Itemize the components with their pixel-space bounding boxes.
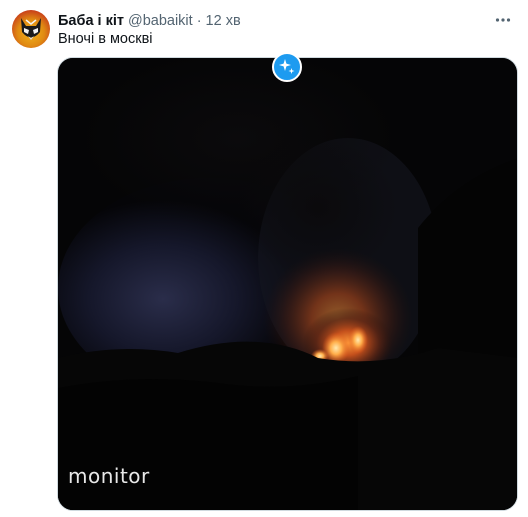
- separator-dot: ·: [196, 13, 202, 29]
- user-handle[interactable]: @babaikit: [128, 13, 193, 29]
- sparkle-button[interactable]: [272, 52, 302, 82]
- tweet-text: Вночі в москві: [58, 31, 153, 47]
- monitor-watermark: monitor: [68, 464, 150, 488]
- more-options-icon: [495, 18, 511, 22]
- video-player[interactable]: monitor: [57, 57, 518, 511]
- sparkle-icon: [279, 59, 295, 74]
- timestamp[interactable]: 12 хв: [206, 13, 241, 29]
- night-fire-video-frame: [58, 58, 517, 510]
- tweet-header: Баба і кіт @babaikit · 12 хв: [58, 11, 512, 31]
- more-options-button[interactable]: [492, 9, 514, 31]
- display-name[interactable]: Баба і кіт: [58, 13, 124, 29]
- cat-mask-icon: [21, 18, 41, 40]
- avatar[interactable]: [12, 10, 50, 48]
